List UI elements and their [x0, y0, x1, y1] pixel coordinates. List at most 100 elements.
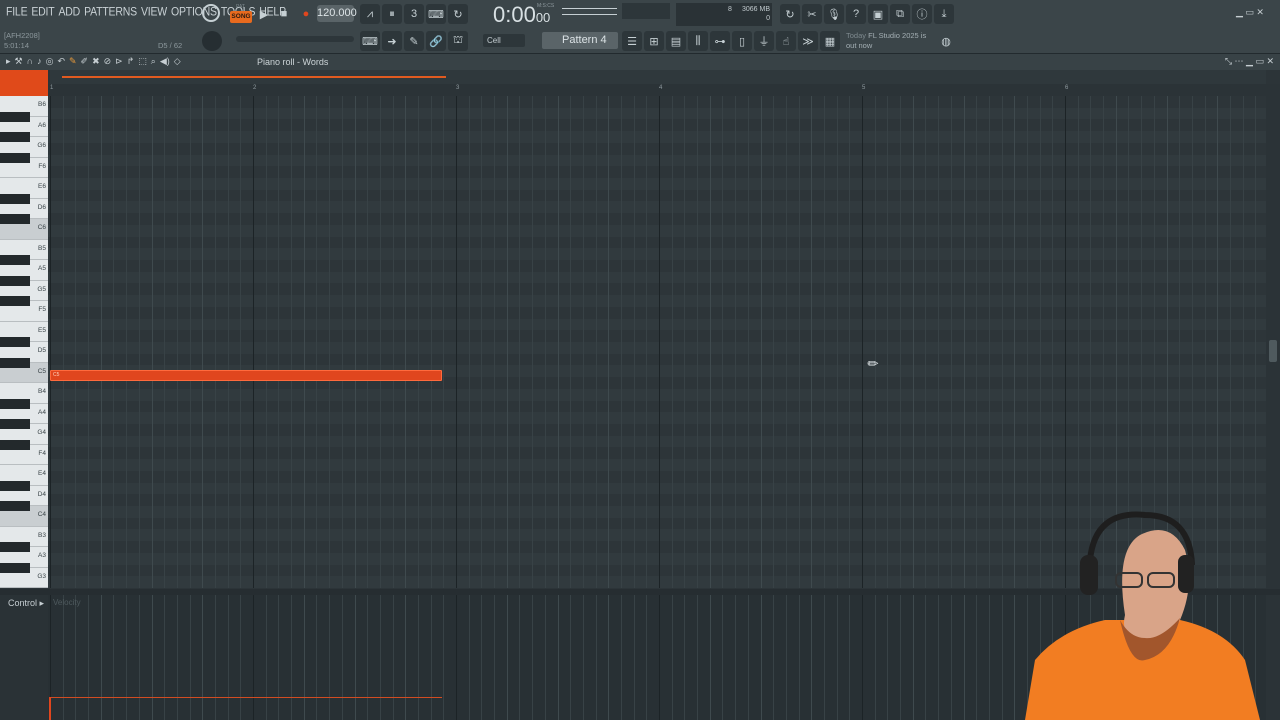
undo-icon[interactable]: ↶: [57, 56, 65, 67]
pencil-mode-button[interactable]: ✎: [404, 31, 424, 51]
save-button[interactable]: ▣: [868, 4, 888, 24]
vertical-scrollbar[interactable]: [1266, 84, 1280, 590]
bar-ruler[interactable]: 1 2 3 4 5 6: [48, 84, 1266, 96]
piano-black-key[interactable]: [0, 542, 30, 552]
piano-black-key[interactable]: [0, 480, 30, 491]
news-panel[interactable]: Today FL Studio 2025 is out now: [846, 31, 926, 51]
project-button[interactable]: ▯: [732, 31, 752, 51]
piano-black-key[interactable]: [0, 337, 30, 347]
menu-patterns[interactable]: PATTERNS: [82, 5, 139, 19]
note-icon[interactable]: ♪: [37, 56, 42, 67]
target-icon[interactable]: ◎: [46, 56, 54, 67]
piano-black-key[interactable]: [0, 562, 30, 573]
stamp-button[interactable]: ⛫: [448, 31, 468, 51]
master-pitch-knob[interactable]: [202, 31, 222, 51]
velocity-stem[interactable]: [49, 697, 51, 720]
control-scrollbar[interactable]: [1266, 595, 1280, 720]
pattern-selector[interactable]: Pattern 4: [542, 32, 618, 49]
snap-select[interactable]: Cell: [483, 34, 525, 47]
brush-icon[interactable]: ✐: [81, 56, 89, 67]
piano-black-key[interactable]: [0, 255, 30, 265]
piano-black-key[interactable]: [0, 152, 30, 163]
step-edit-button[interactable]: ⌨: [426, 4, 446, 24]
piano-black-key[interactable]: [0, 193, 30, 204]
countdown-button[interactable]: 3: [404, 4, 424, 24]
menu-arrow-icon[interactable]: ▸: [6, 56, 11, 67]
menu-view[interactable]: VIEW: [139, 5, 169, 19]
piano-keyboard[interactable]: B6 A6 G6 F6 E6 D6 C6 B5 A5 G5 F5 E5 D5 C5 B4 A4 G4 F4 E4 D4…: [0, 96, 48, 588]
grid-line: [988, 96, 990, 588]
speaker-icon[interactable]: ◀): [160, 56, 170, 67]
menu-add[interactable]: ADD: [57, 5, 83, 19]
record-button[interactable]: ●: [296, 4, 316, 24]
play-button[interactable]: ▶: [254, 4, 274, 24]
grid-row: [48, 330, 1266, 342]
piano-roll-corner[interactable]: [0, 70, 48, 98]
master-volume-knob[interactable]: [202, 4, 220, 22]
piano-black-key[interactable]: [0, 296, 30, 306]
piano-roll-title[interactable]: Piano roll - Words: [257, 57, 328, 67]
slice-icon[interactable]: ⊳: [115, 56, 123, 67]
horizontal-scroll-thumb[interactable]: [62, 76, 446, 78]
menu-edit[interactable]: EDIT: [29, 5, 56, 19]
arrow-button[interactable]: ➜: [382, 31, 402, 51]
tempo-tapper-button[interactable]: ≫: [798, 31, 818, 51]
note-c5[interactable]: C5: [50, 370, 442, 381]
key-label: C6: [37, 224, 46, 232]
window-controls[interactable]: ▁ ▭ ✕: [1236, 7, 1264, 18]
song-mode-button[interactable]: SONG: [230, 11, 252, 23]
menu-file[interactable]: FILE: [4, 5, 29, 19]
cut-button[interactable]: ✂: [802, 4, 822, 24]
vertical-scroll-thumb[interactable]: [1269, 340, 1277, 362]
touch-button[interactable]: ☝: [776, 31, 796, 51]
grid-line: [100, 595, 102, 720]
shop-button[interactable]: ▦: [820, 31, 840, 51]
piano-black-key[interactable]: [0, 398, 30, 409]
piano-roll-window-controls[interactable]: ⤡ ⋯ ▁ ▭ ✕: [1225, 56, 1274, 67]
stop-button[interactable]: ■: [274, 4, 294, 24]
channel-rack-button[interactable]: ⊞: [644, 31, 664, 51]
magnet-icon[interactable]: ∩: [27, 56, 33, 67]
arrows-icon[interactable]: ◇: [174, 56, 181, 67]
piano-black-key[interactable]: [0, 419, 30, 429]
wait-input-button[interactable]: ⏸: [382, 4, 402, 24]
download-button[interactable]: ⤓: [934, 4, 954, 24]
piano-roll-icon: ▤: [670, 35, 682, 48]
grid-row: [48, 213, 1266, 225]
piano-black-key[interactable]: [0, 214, 30, 224]
piano-black-key[interactable]: [0, 357, 30, 368]
key-label: G5: [37, 285, 46, 293]
piano-roll-button[interactable]: ▤: [666, 31, 686, 51]
grid-line: [887, 96, 889, 588]
monitor-line-2: [562, 14, 617, 15]
piano-black-key[interactable]: [0, 132, 30, 142]
select-icon[interactable]: ⬚: [138, 56, 147, 67]
piano-black-key[interactable]: [0, 275, 30, 286]
delete-icon[interactable]: ✖: [92, 56, 100, 67]
piano-black-key[interactable]: [0, 501, 30, 511]
metronome-button[interactable]: ⩘: [360, 4, 380, 24]
piano-black-key[interactable]: [0, 439, 30, 450]
typing-keyboard-button[interactable]: ⌨: [360, 31, 380, 51]
pencil-icon[interactable]: ✎: [69, 56, 77, 67]
zoom-icon[interactable]: ⌕: [151, 56, 156, 67]
slip-icon[interactable]: ↱: [127, 56, 135, 67]
pitch-slider[interactable]: [236, 36, 354, 42]
mixer-button[interactable]: ⧉: [890, 4, 910, 24]
undo-history-button[interactable]: ↻: [780, 4, 800, 24]
globe-button[interactable]: ◍: [936, 31, 956, 51]
browser-button[interactable]: ⊶: [710, 31, 730, 51]
info-button[interactable]: ⓘ: [912, 4, 932, 24]
link-button[interactable]: 🔗: [426, 31, 446, 51]
tempo-display[interactable]: 120.000: [317, 5, 357, 22]
help-button[interactable]: ?: [846, 4, 866, 24]
loop-record-button[interactable]: ↻: [448, 4, 468, 24]
record-audio-button[interactable]: 🎙: [824, 4, 844, 24]
piano-black-key[interactable]: [0, 111, 30, 122]
wrench-icon[interactable]: ⚒: [15, 56, 23, 67]
plugin-button[interactable]: ⏚: [754, 31, 774, 51]
control-label[interactable]: Control ▸: [8, 598, 44, 609]
mute-icon[interactable]: ⊘: [104, 56, 112, 67]
playlist-button[interactable]: ☰: [622, 31, 642, 51]
mixer-view-button[interactable]: ⫼: [688, 31, 708, 51]
